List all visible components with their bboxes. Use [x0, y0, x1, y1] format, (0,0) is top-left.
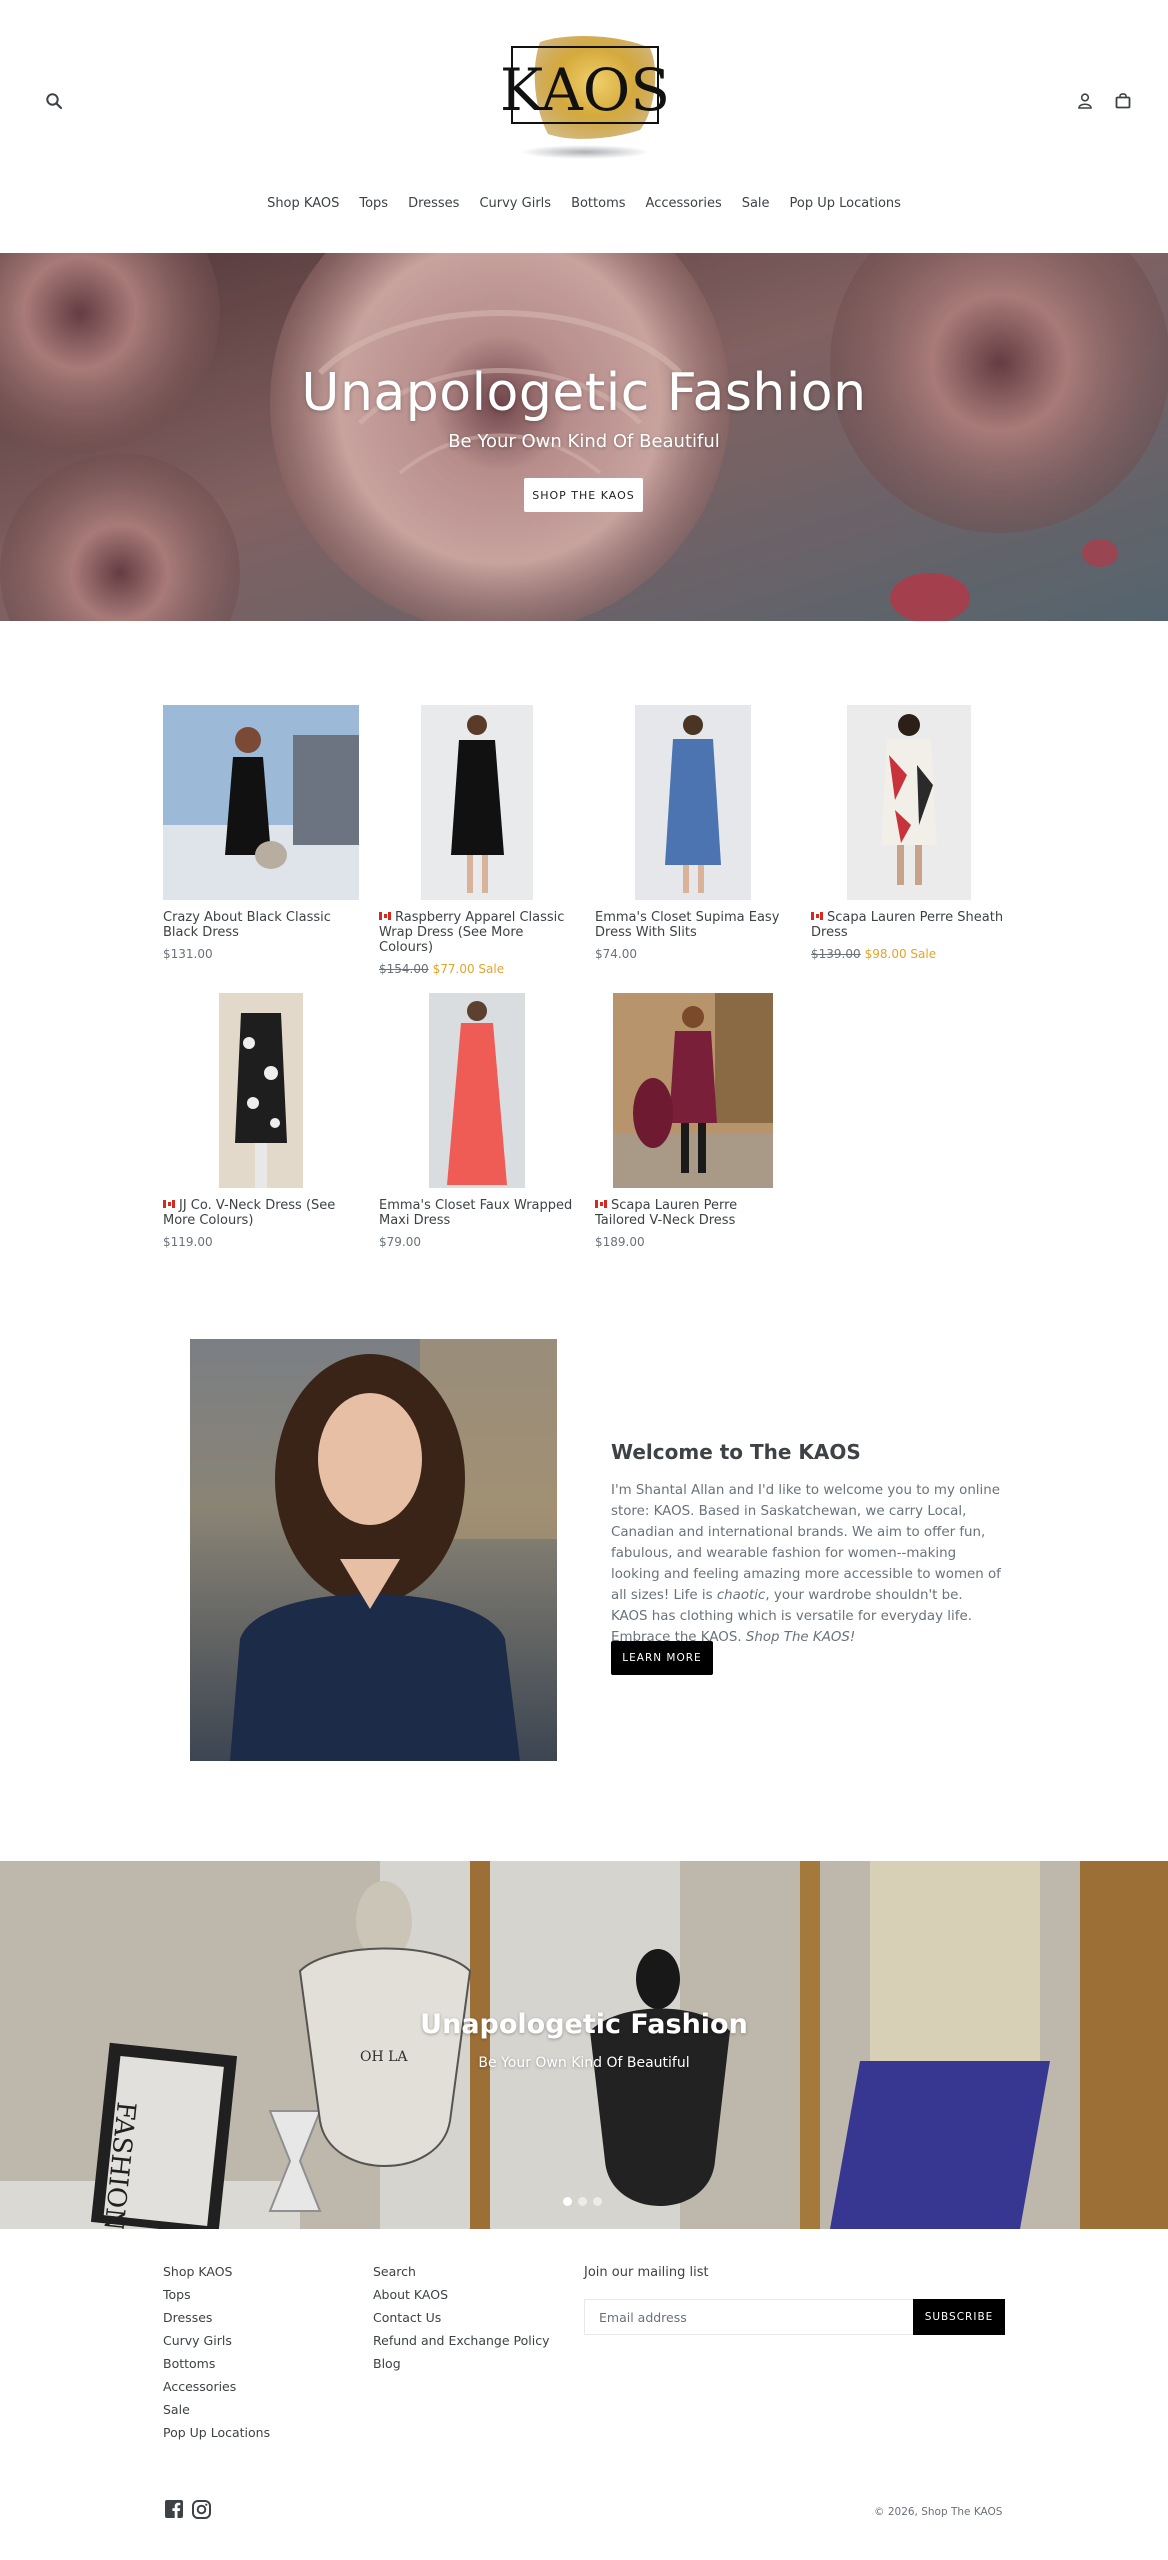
product-title[interactable]: JJ Co. V-Neck Dress (See More Colours) [163, 1198, 359, 1228]
nav-item-curvy-girls[interactable]: Curvy Girls [469, 196, 561, 211]
product-image[interactable] [595, 993, 791, 1188]
nav-item-pop-up-locations[interactable]: Pop Up Locations [780, 196, 911, 211]
product-title[interactable]: Crazy About Black Classic Black Dress [163, 910, 359, 940]
footer-link-about-kaos[interactable]: About KAOS [373, 2288, 549, 2302]
slide-subtitle: Be Your Own Kind Of Beautiful [478, 2055, 690, 2071]
footer-link-accessories[interactable]: Accessories [163, 2380, 270, 2394]
product-card[interactable]: Emma's Closet Faux Wrapped Maxi Dress $7… [379, 993, 575, 1249]
footer-link-sale[interactable]: Sale [163, 2403, 270, 2417]
hero-banner: Unapologetic Fashion Be Your Own Kind Of… [0, 253, 1168, 621]
footer-link-contact-us[interactable]: Contact Us [373, 2311, 549, 2325]
footer-link-shop-kaos[interactable]: Shop KAOS [163, 2265, 270, 2279]
product-image[interactable] [811, 705, 1007, 900]
facebook-icon[interactable] [164, 2499, 184, 2519]
footer-link-blog[interactable]: Blog [373, 2357, 549, 2371]
slideshow-pagination [563, 2197, 602, 2206]
owner-photo [190, 1339, 557, 1761]
product-price: $189.00 [595, 1235, 645, 1249]
footer-link-bottoms[interactable]: Bottoms [163, 2357, 270, 2371]
footer-link-refund-policy[interactable]: Refund and Exchange Policy [373, 2334, 549, 2348]
account-icon[interactable] [1071, 87, 1099, 115]
slide-dot-2[interactable] [578, 2197, 587, 2206]
product-card[interactable]: Raspberry Apparel Classic Wrap Dress (Se… [379, 705, 575, 976]
site-header: KAOS Shop KAOS Tops Dresses Curvy Girls … [0, 0, 1168, 253]
product-card[interactable]: Crazy About Black Classic Black Dress $1… [163, 705, 359, 961]
welcome-text: I'm Shantal Allan and I'd like to welcom… [611, 1483, 1001, 1645]
nav-item-tops[interactable]: Tops [349, 196, 398, 211]
welcome-title: Welcome to The KAOS [611, 1440, 861, 1464]
nav-item-accessories[interactable]: Accessories [636, 196, 732, 211]
product-image[interactable] [163, 705, 359, 900]
product-price: $139.00 $98.00 Sale [811, 947, 937, 961]
site-logo[interactable]: KAOS [500, 30, 670, 160]
product-card[interactable]: Scapa Lauren Perre Tailored V-Neck Dress… [595, 993, 791, 1249]
product-image[interactable] [595, 705, 791, 900]
product-price: $119.00 [163, 1235, 213, 1249]
product-title[interactable]: Scapa Lauren Perre Sheath Dress [811, 910, 1007, 940]
product-title[interactable]: Emma's Closet Faux Wrapped Maxi Dress [379, 1198, 575, 1228]
footer-link-pop-up-locations[interactable]: Pop Up Locations [163, 2426, 270, 2440]
product-card[interactable]: JJ Co. V-Neck Dress (See More Colours) $… [163, 993, 359, 1249]
instagram-icon[interactable] [191, 2499, 211, 2519]
slide-dot-3[interactable] [593, 2197, 602, 2206]
logo-text: KAOS [500, 56, 670, 124]
email-field[interactable]: Email address [584, 2299, 914, 2335]
footer-link-curvy-girls[interactable]: Curvy Girls [163, 2334, 270, 2348]
canada-flag-icon [379, 912, 391, 920]
product-price: $154.00 $77.00 Sale [379, 962, 505, 976]
footer-link-tops[interactable]: Tops [163, 2288, 270, 2302]
canada-flag-icon [811, 912, 823, 920]
canada-flag-icon [595, 1200, 607, 1208]
shop-the-kaos-button[interactable]: SHOP THE KAOS [524, 478, 643, 512]
canada-flag-icon [163, 1200, 175, 1208]
hero-subtitle: Be Your Own Kind Of Beautiful [448, 431, 720, 452]
nav-item-bottoms[interactable]: Bottoms [561, 196, 635, 211]
product-price: $74.00 [595, 947, 637, 961]
product-image[interactable] [163, 993, 359, 1188]
slide-dot-1[interactable] [563, 2197, 572, 2206]
product-image[interactable] [379, 993, 575, 1188]
product-price: $131.00 [163, 947, 213, 961]
footer-link-dresses[interactable]: Dresses [163, 2311, 270, 2325]
footer-menu-main: Shop KAOS Tops Dresses Curvy Girls Botto… [163, 2265, 270, 2440]
learn-more-button[interactable]: LEARN MORE [611, 1641, 713, 1675]
product-card[interactable]: Scapa Lauren Perre Sheath Dress $139.00 $… [811, 705, 1007, 961]
product-title[interactable]: Raspberry Apparel Classic Wrap Dress (Se… [379, 910, 575, 955]
copyright: © 2026, Shop The KAOS [874, 2506, 1003, 2518]
main-nav: Shop KAOS Tops Dresses Curvy Girls Botto… [0, 196, 1168, 211]
product-image[interactable] [379, 705, 575, 900]
nav-item-shop-kaos[interactable]: Shop KAOS [257, 196, 349, 211]
slideshow: FASHION OH LA Unapologetic Fashion Be Yo… [0, 1861, 1168, 2229]
footer-link-search[interactable]: Search [373, 2265, 549, 2279]
product-price: $79.00 [379, 1235, 421, 1249]
mailing-list-label: Join our mailing list [584, 2265, 709, 2280]
nav-item-dresses[interactable]: Dresses [398, 196, 469, 211]
search-icon[interactable] [40, 87, 68, 115]
mannequins-image: FASHION OH LA [0, 1861, 1168, 2229]
product-title[interactable]: Emma's Closet Supima Easy Dress With Sli… [595, 910, 791, 940]
site-footer: Shop KAOS Tops Dresses Curvy Girls Botto… [0, 2229, 1168, 2560]
product-card[interactable]: Emma's Closet Supima Easy Dress With Sli… [595, 705, 791, 961]
hero-title: Unapologetic Fashion [301, 363, 867, 423]
cart-icon[interactable] [1109, 86, 1137, 114]
slide-title: Unapologetic Fashion [420, 2009, 748, 2040]
product-title[interactable]: Scapa Lauren Perre Tailored V-Neck Dress [595, 1198, 791, 1228]
footer-menu-info: Search About KAOS Contact Us Refund and … [373, 2265, 549, 2371]
subscribe-button[interactable]: SUBSCRIBE [913, 2299, 1005, 2335]
nav-item-sale[interactable]: Sale [732, 196, 780, 211]
